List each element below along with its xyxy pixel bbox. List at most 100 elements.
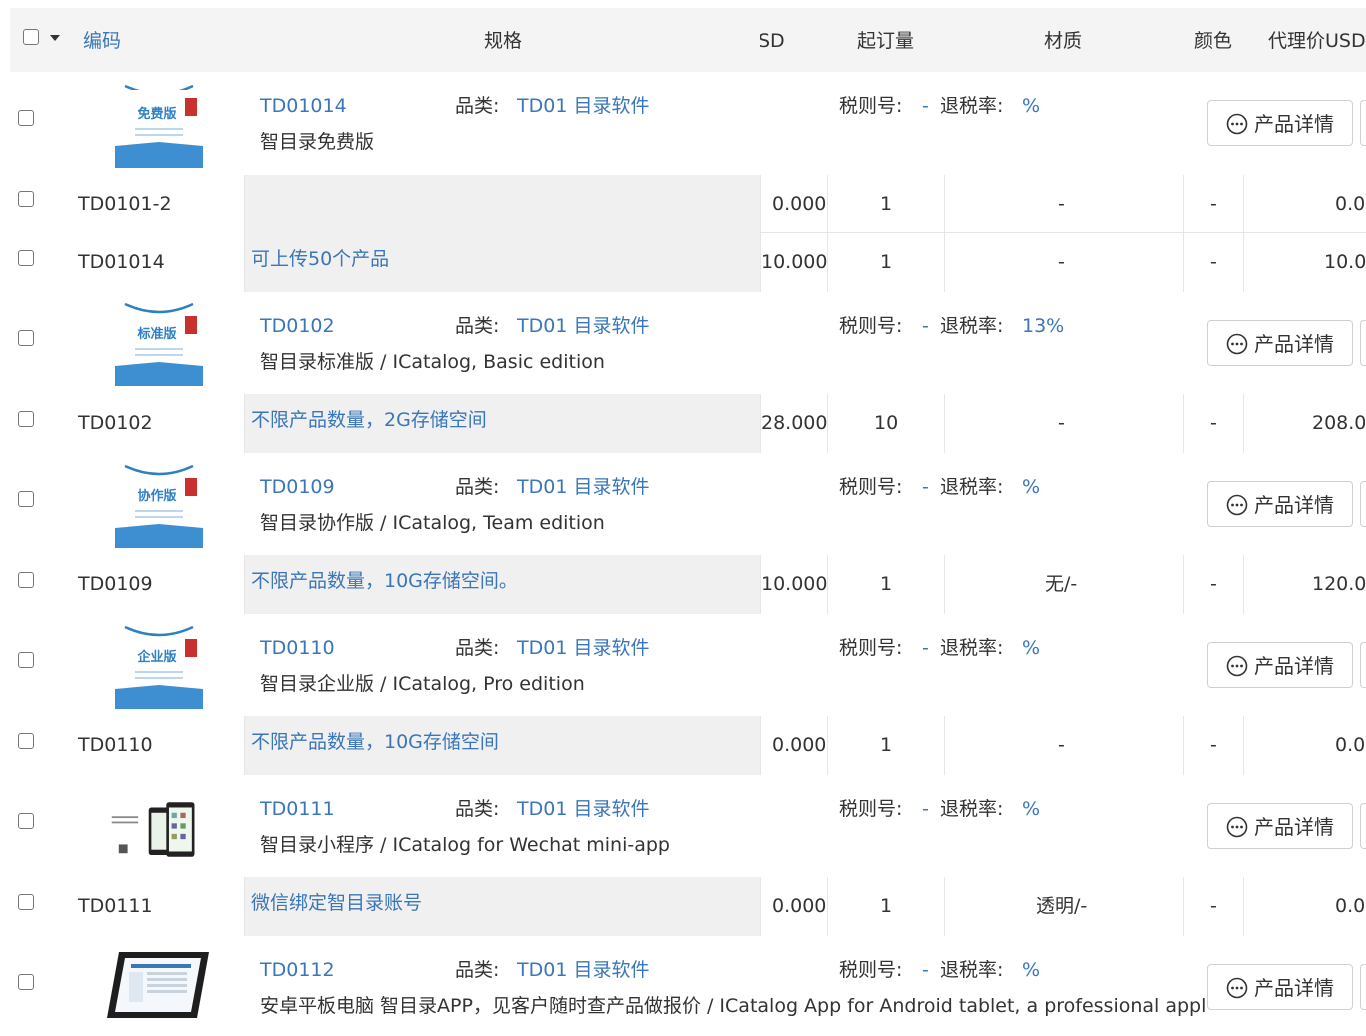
product-thumbnail[interactable] [110, 789, 198, 877]
chevron-down-icon[interactable] [50, 35, 60, 41]
category-label: 品类: [455, 959, 500, 981]
rebate-label: 退税率: [940, 959, 1004, 981]
row-checkbox[interactable] [18, 250, 34, 266]
variant-price: 0.00 [1335, 895, 1366, 917]
secondary-action-button[interactable] [1360, 100, 1366, 146]
secondary-action-button[interactable] [1360, 642, 1366, 688]
thumb-title: 免费版 [137, 106, 176, 122]
product-code-link[interactable]: TD0109 [260, 475, 335, 499]
variant-color: - [1210, 412, 1217, 434]
secondary-action-button[interactable] [1360, 964, 1366, 1010]
row-checkbox[interactable] [18, 894, 34, 910]
secondary-action-button[interactable] [1360, 320, 1366, 366]
product-details-button[interactable]: 产品详情 [1207, 803, 1353, 849]
category-link[interactable]: TD01 目录软件 [517, 475, 649, 499]
rebate-value: 13% [1022, 315, 1065, 337]
product-details-button[interactable]: 产品详情 [1207, 481, 1353, 527]
product-details-button[interactable]: 产品详情 [1207, 642, 1353, 688]
more-circle-icon [1226, 333, 1248, 355]
row-checkbox[interactable] [18, 330, 34, 346]
row-checkbox[interactable] [18, 974, 34, 990]
variant-code: TD0111 [78, 895, 153, 917]
details-label: 产品详情 [1254, 493, 1334, 517]
product-code-link[interactable]: TD0102 [260, 314, 335, 338]
row-checkbox[interactable] [18, 733, 34, 749]
product-thumbnail[interactable]: 企业版 [115, 621, 203, 709]
variant-spec[interactable]: 不限产品数量，10G存储空间。 [251, 569, 518, 593]
product-details-button[interactable]: 产品详情 [1207, 964, 1353, 1010]
rebate-label: 退税率: [940, 798, 1004, 820]
thumb-title: 协作版 [137, 488, 176, 504]
more-circle-icon [1226, 113, 1248, 135]
header-spec: 规格 [484, 30, 523, 52]
row-checkbox[interactable] [18, 191, 34, 207]
variant-color: - [1210, 193, 1217, 215]
select-all-checkbox[interactable] [23, 29, 39, 45]
table-row: TD0110 不限产品数量，10G存储空间 0.000 1 - - 0.00 [10, 716, 1366, 775]
hs-label: 税则号: [839, 476, 903, 498]
variant-price: 0.00 [1335, 734, 1366, 756]
secondary-action-button[interactable] [1360, 803, 1366, 849]
variant-moq: 1 [880, 193, 893, 215]
rebate-value: % [1022, 476, 1041, 498]
product-code-link[interactable]: TD01014 [260, 94, 347, 118]
product-thumbnail[interactable]: 标准版 [115, 298, 203, 386]
product-code-link[interactable]: TD0111 [260, 797, 335, 821]
rebate-value: % [1022, 798, 1041, 820]
product-thumbnail[interactable]: 协作版 [115, 460, 203, 548]
rebate-value: % [1022, 959, 1041, 981]
variant-moq: 1 [880, 895, 893, 917]
category-link[interactable]: TD01 目录软件 [517, 797, 649, 821]
variant-code: TD0109 [78, 573, 153, 595]
secondary-action-button[interactable] [1360, 481, 1366, 527]
hs-value: - [922, 95, 929, 117]
header-code[interactable]: 编码 [83, 29, 121, 53]
details-label: 产品详情 [1254, 112, 1334, 136]
product-row: 免费版 TD01014 品类: TD01 目录软件 智目录免费版 税则号: - … [10, 72, 1366, 176]
category-label: 品类: [455, 95, 500, 117]
variant-moq: 1 [880, 573, 893, 595]
product-name: 安卓平板电脑 智目录APP，见客户随时查产品做报价 / ICatalog App… [260, 995, 1208, 1017]
hs-value: - [922, 476, 929, 498]
product-thumbnail[interactable] [105, 948, 211, 1024]
variant-material: 透明/- [1036, 895, 1088, 917]
category-link[interactable]: TD01 目录软件 [517, 94, 649, 118]
row-checkbox[interactable] [18, 491, 34, 507]
variant-usd: 10.000 [761, 251, 828, 273]
header-moq: 起订量 [857, 30, 915, 52]
product-row: 企业版 TD0110 品类: TD01 目录软件 智目录企业版 / ICatal… [10, 614, 1366, 717]
variant-price: 120.00 [1312, 573, 1366, 595]
product-details-button[interactable]: 产品详情 [1207, 320, 1353, 366]
variant-spec[interactable]: 可上传50个产品 [251, 247, 389, 271]
row-checkbox[interactable] [18, 110, 34, 126]
category-link[interactable]: TD01 目录软件 [517, 314, 649, 338]
row-checkbox[interactable] [18, 652, 34, 668]
hs-label: 税则号: [839, 798, 903, 820]
hs-value: - [922, 798, 929, 820]
product-thumbnail[interactable]: 免费版 [115, 80, 203, 168]
variant-spec[interactable]: 不限产品数量，2G存储空间 [251, 408, 487, 432]
product-row: TD0112 品类: TD01 目录软件 安卓平板电脑 智目录APP，见客户随时… [10, 936, 1366, 1036]
row-checkbox[interactable] [18, 572, 34, 588]
row-checkbox[interactable] [18, 813, 34, 829]
variant-spec[interactable]: 不限产品数量，10G存储空间 [251, 730, 499, 754]
category-label: 品类: [455, 315, 500, 337]
hs-label: 税则号: [839, 637, 903, 659]
product-code-link[interactable]: TD0110 [260, 636, 335, 660]
hs-label: 税则号: [839, 315, 903, 337]
category-link[interactable]: TD01 目录软件 [517, 636, 649, 660]
product-code-link[interactable]: TD0112 [260, 958, 335, 982]
variant-moq: 1 [880, 251, 893, 273]
variant-usd: 28.000 [761, 412, 827, 434]
more-circle-icon [1226, 816, 1248, 838]
product-details-button[interactable]: 产品详情 [1207, 100, 1353, 146]
variant-code: TD0110 [78, 734, 153, 756]
category-link[interactable]: TD01 目录软件 [517, 958, 649, 982]
variant-spec[interactable]: 微信绑定智目录账号 [251, 891, 422, 915]
hs-value: - [922, 315, 929, 337]
product-name: 智目录小程序 / ICatalog for Wechat mini-app [260, 834, 670, 856]
table-row: TD0111 微信绑定智目录账号 0.000 1 透明/- - 0.00 [10, 877, 1366, 936]
row-checkbox[interactable] [18, 411, 34, 427]
variant-code: TD0102 [78, 412, 153, 434]
header-material: 材质 [1044, 30, 1083, 52]
